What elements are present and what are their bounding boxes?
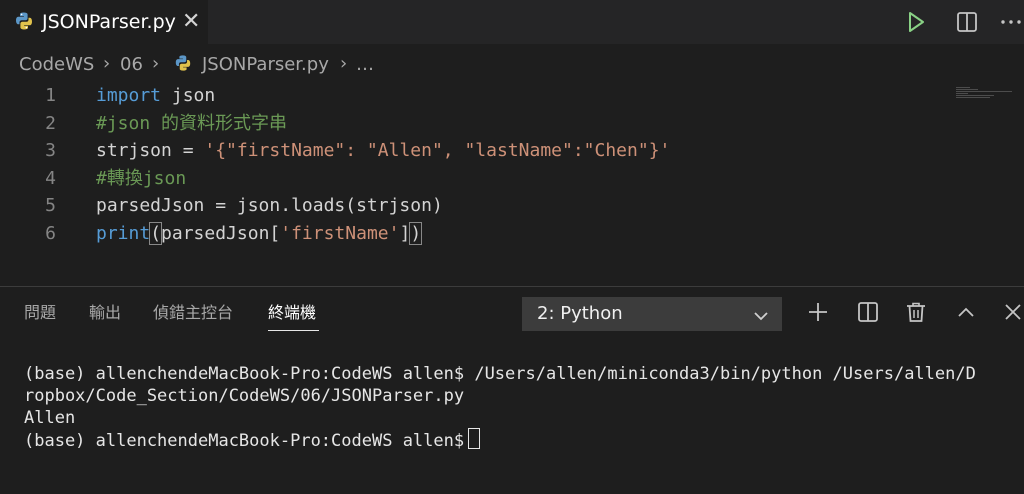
chevron-right-icon: › bbox=[340, 53, 348, 74]
code-line-3: strjson = '{"firstName": "Allen", "lastN… bbox=[96, 137, 670, 164]
tab-bar: JSONParser.py ✕ bbox=[0, 0, 1024, 44]
active-tab-indicator bbox=[268, 330, 319, 331]
chevron-down-icon bbox=[753, 307, 769, 326]
code-text: strjson = bbox=[96, 140, 205, 161]
bracket-close: ) bbox=[409, 222, 423, 245]
chevron-right-icon: › bbox=[152, 53, 160, 74]
tab-output[interactable]: 輸出 bbox=[89, 303, 121, 323]
split-editor-icon[interactable] bbox=[956, 10, 978, 38]
tab-debug-console[interactable]: 偵錯主控台 bbox=[153, 303, 233, 323]
terminal-line: (base) allenchendeMacBook-Pro:CodeWS all… bbox=[24, 364, 976, 384]
tab-terminal[interactable]: 終端機 bbox=[268, 303, 316, 323]
tab-title: JSONParser.py bbox=[42, 11, 176, 33]
breadcrumb-file[interactable]: JSONParser.py bbox=[202, 54, 329, 76]
code-line-4: #轉換json bbox=[96, 168, 187, 189]
python-file-icon bbox=[174, 54, 192, 76]
code-line-5: parsedJson = json.loads(strjson) bbox=[96, 195, 443, 216]
more-actions-icon[interactable] bbox=[1000, 10, 1022, 38]
terminal-cursor bbox=[468, 428, 481, 449]
python-file-icon bbox=[14, 11, 34, 35]
code-text: ] bbox=[399, 223, 411, 244]
keyword-import: import bbox=[96, 85, 162, 106]
chevron-up-icon[interactable] bbox=[955, 301, 977, 327]
code-line-2: #json 的資料形式字串 bbox=[96, 113, 288, 134]
terminal-line: Allen bbox=[24, 408, 76, 428]
breadcrumb-06[interactable]: 06 bbox=[120, 54, 143, 76]
terminal-line: ropbox/Code_Section/CodeWS/06/JSONParser… bbox=[24, 386, 465, 406]
chevron-right-icon: › bbox=[103, 53, 111, 74]
play-icon[interactable] bbox=[906, 10, 926, 38]
line-number: 2 bbox=[45, 113, 56, 134]
terminal-select-value: 2: Python bbox=[537, 303, 623, 324]
terminal-panel: 問題 輸出 偵錯主控台 終端機 2: Python (base) allench… bbox=[0, 287, 1024, 494]
code-text: json bbox=[161, 85, 216, 106]
breadcrumb-symbols[interactable]: … bbox=[356, 54, 374, 76]
code-editor[interactable]: 1 2 3 4 5 6 import json #json 的資料形式字串 st… bbox=[0, 82, 1024, 286]
keyword-print: print bbox=[96, 223, 151, 244]
line-number: 1 bbox=[45, 85, 56, 106]
close-tab-icon[interactable]: ✕ bbox=[182, 9, 200, 35]
add-icon[interactable] bbox=[807, 301, 829, 327]
split-terminal-icon[interactable] bbox=[857, 301, 879, 327]
line-number: 6 bbox=[45, 223, 56, 244]
close-icon[interactable] bbox=[1003, 301, 1023, 327]
bracket-open: ( bbox=[149, 222, 163, 245]
tab-jsonparser[interactable]: JSONParser.py ✕ bbox=[0, 0, 208, 44]
line-number: 3 bbox=[45, 140, 56, 161]
string-literal: '{"firstName": "Allen", "lastName":"Chen… bbox=[204, 140, 671, 161]
terminal-select[interactable]: 2: Python bbox=[522, 297, 782, 331]
terminal-prompt-line[interactable]: (base) allenchendeMacBook-Pro:CodeWS all… bbox=[24, 428, 481, 452]
breadcrumb: CodeWS › 06 › JSONParser.py › … bbox=[0, 44, 1024, 82]
code-text: parsedJson[ bbox=[161, 223, 281, 244]
code-line-6: print(parsedJson['firstName']) bbox=[96, 220, 423, 247]
terminal-prompt: (base) allenchendeMacBook-Pro:CodeWS all… bbox=[24, 431, 465, 451]
breadcrumb-codews[interactable]: CodeWS bbox=[19, 54, 94, 76]
trash-icon[interactable] bbox=[905, 301, 927, 327]
line-number: 5 bbox=[45, 195, 56, 216]
line-number: 4 bbox=[45, 168, 56, 189]
string-literal: 'firstName' bbox=[280, 223, 400, 244]
code-line-1: import json bbox=[96, 82, 215, 109]
tab-problems[interactable]: 問題 bbox=[24, 303, 56, 323]
minimap[interactable] bbox=[956, 86, 1016, 100]
